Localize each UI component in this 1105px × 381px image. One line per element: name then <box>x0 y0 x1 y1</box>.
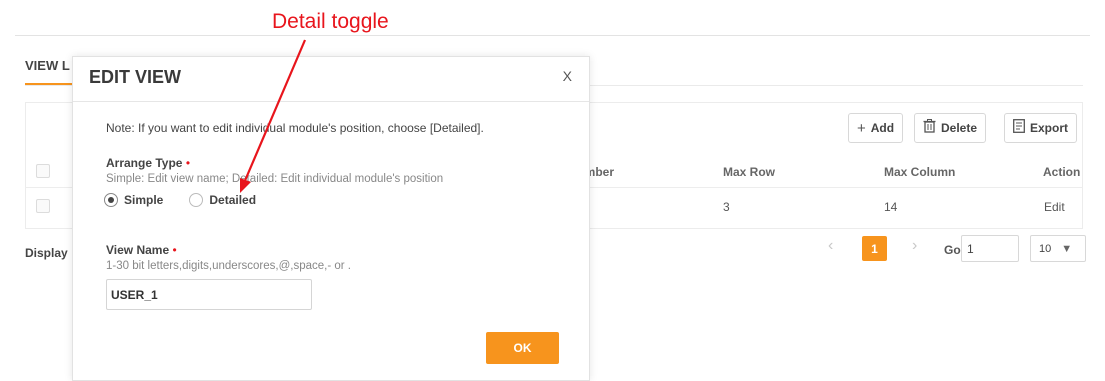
page-size-select[interactable]: 10 ▼ <box>1030 235 1086 262</box>
delete-button-label: Delete <box>941 121 978 135</box>
arrange-type-hint: Simple: Edit view name; Detailed: Edit i… <box>106 173 444 185</box>
annotation-label: Detail toggle <box>272 10 389 33</box>
plus-icon: + <box>857 119 866 137</box>
view-name-label: View Name • <box>106 243 177 257</box>
go-label: Go <box>944 243 961 257</box>
view-name-hint: 1-30 bit letters,digits,underscores,@,sp… <box>106 260 351 272</box>
trash-icon <box>923 119 936 137</box>
dialog-note: Note: If you want to edit individual mod… <box>106 121 484 135</box>
detailed-radio-label[interactable]: Detailed <box>209 193 256 207</box>
required-mark: • <box>185 156 191 170</box>
row-checkbox[interactable] <box>36 199 50 213</box>
prev-page-icon[interactable]: ‹ <box>828 237 833 255</box>
tab-view-list[interactable]: VIEW LIST <box>25 58 70 73</box>
add-button[interactable]: + Add <box>848 113 904 143</box>
document-icon <box>1013 119 1025 137</box>
close-icon[interactable]: X <box>563 68 572 84</box>
go-page-input[interactable]: 1 <box>961 235 1019 262</box>
top-divider <box>15 35 1090 36</box>
arrange-type-label: Arrange Type • <box>106 156 191 170</box>
col-max-column: Max Column <box>884 165 956 179</box>
next-page-icon[interactable]: › <box>912 237 917 255</box>
delete-button[interactable]: Delete <box>914 113 987 143</box>
export-button-label: Export <box>1030 121 1069 135</box>
edit-link[interactable]: Edit <box>1044 200 1065 214</box>
add-button-label: Add <box>870 121 895 135</box>
required-mark: • <box>172 243 177 257</box>
simple-radio-label[interactable]: Simple <box>124 193 163 207</box>
view-name-input[interactable]: USER_1 <box>106 279 312 310</box>
select-all-checkbox[interactable] <box>36 164 50 178</box>
detailed-radio[interactable] <box>189 193 204 207</box>
page-size-value: 10 <box>1039 242 1052 255</box>
display-label: Display <box>25 246 68 260</box>
current-page-button[interactable]: 1 <box>862 236 887 261</box>
col-max-row: Max Row <box>723 165 776 179</box>
export-button[interactable]: Export <box>1004 113 1078 143</box>
cell-max-column: 14 <box>884 200 898 214</box>
dialog-title: EDIT VIEW <box>89 67 182 87</box>
dialog-divider <box>73 101 589 102</box>
ok-button[interactable]: OK <box>486 332 559 364</box>
arrange-type-radio-group: Simple Detailed <box>104 193 256 207</box>
cell-max-row: 3 <box>723 200 730 214</box>
col-action: Action <box>1043 165 1081 179</box>
edit-view-dialog: EDIT VIEW X Note: If you want to edit in… <box>72 56 590 381</box>
chevron-down-icon: ▼ <box>1061 242 1073 255</box>
simple-radio[interactable] <box>104 193 118 207</box>
